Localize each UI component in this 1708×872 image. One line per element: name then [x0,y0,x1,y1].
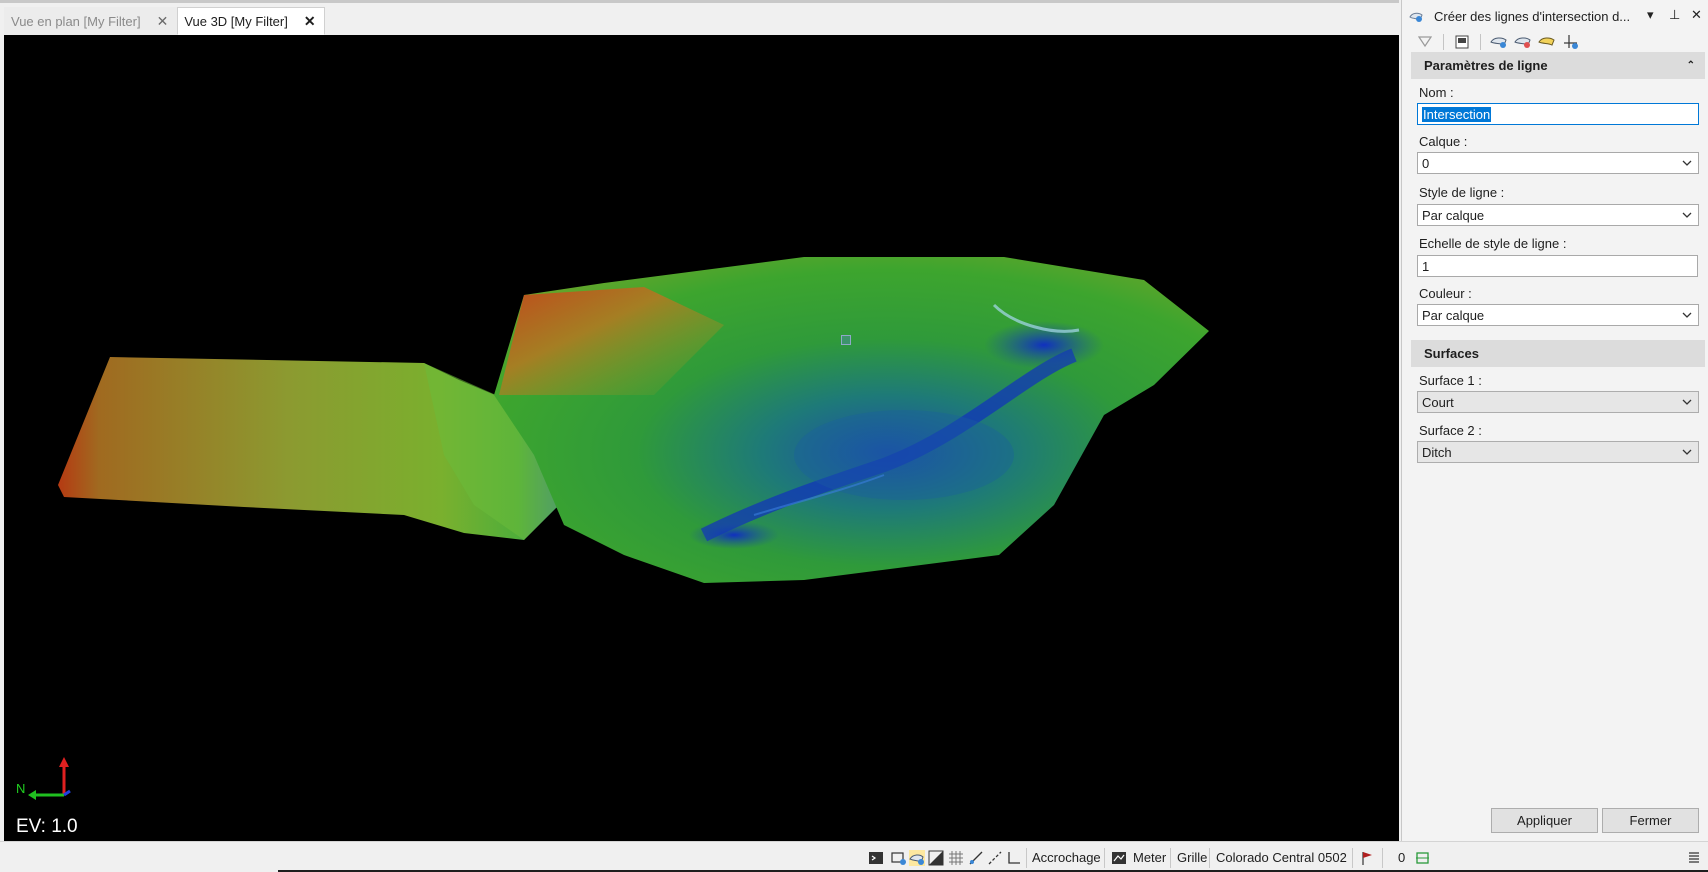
panel-menu-dropdown-icon[interactable]: ▾ [1647,7,1654,23]
chevron-down-icon [1682,449,1692,455]
command-line-icon[interactable] [868,850,884,866]
close-button[interactable]: Fermer [1602,808,1699,833]
status-divider [1352,848,1353,868]
linestyle-select[interactable]: Par calque [1417,204,1699,226]
section-title: Surfaces [1424,346,1479,361]
status-divider [1382,848,1383,868]
toolbar-divider [1443,34,1444,50]
surface1-label: Surface 1 : [1419,373,1482,388]
polar-tracking-icon[interactable] [987,850,1003,866]
status-divider [1170,848,1171,868]
axis-indicator: N [16,757,71,800]
close-icon[interactable]: ✕ [157,14,169,28]
terrain-surface-model [58,257,1209,583]
linescale-input[interactable]: 1 [1417,255,1698,277]
units-icon [1112,852,1126,864]
linestyle-select-value: Par calque [1422,207,1485,223]
message-count[interactable]: 0 [1398,850,1405,865]
layer-select[interactable]: 0 [1417,152,1699,174]
section-header-line-params[interactable]: Paramètres de ligne ⌃ [1411,52,1705,79]
axis-north-label: N [16,781,25,796]
document-area: Vue en plan [My Filter] ✕ Vue 3D [My Fil… [0,0,1399,843]
apply-button[interactable]: Appliquer [1491,808,1598,833]
linescale-label: Echelle de style de ligne : [1419,236,1567,251]
tab-3d-view[interactable]: Vue 3D [My Filter] ✕ [177,7,325,35]
color-label: Couleur : [1419,286,1472,301]
panel-titlebar: Créer des lignes d'intersection d... ▾ ⊥… [1402,3,1708,29]
filter-icon[interactable] [1416,33,1434,51]
chevron-down-icon [1682,312,1692,318]
properties-icon[interactable] [1453,33,1471,51]
chevron-down-icon [1682,212,1692,218]
color-select[interactable]: Par calque [1417,304,1699,326]
pick-point-icon[interactable] [1562,33,1580,51]
surface1-select[interactable]: Court [1417,391,1699,413]
grid-icon[interactable] [948,850,964,866]
tab-plan-view-label: Vue en plan [My Filter] [11,13,141,29]
add-surface-icon[interactable] [1514,33,1532,51]
snap-line-icon[interactable] [968,850,984,866]
section-header-surfaces[interactable]: Surfaces [1411,340,1705,367]
name-input-value: Intersection [1422,106,1492,122]
document-tabbar: Vue en plan [My Filter] ✕ Vue 3D [My Fil… [4,7,325,35]
tab-plan-view[interactable]: Vue en plan [My Filter] ✕ [4,7,178,35]
panel-toolbar [1402,30,1708,54]
surface-snap-icon[interactable] [909,850,925,866]
close-icon[interactable]: ✕ [304,14,316,28]
pin-icon[interactable]: ⊥ [1669,7,1680,23]
tab-3d-view-label: Vue 3D [My Filter] [184,13,288,29]
status-divider [1209,848,1210,868]
layer-select-value: 0 [1422,155,1430,171]
statusbar-menu-icon[interactable] [1686,850,1702,866]
intersection-tool-icon [1409,12,1423,22]
color-select-value: Par calque [1422,307,1485,323]
status-divider [1104,848,1105,868]
linestyle-label: Style de ligne : [1419,185,1505,200]
surface1-select-value: Court [1422,394,1454,410]
toolbar-divider [1480,34,1481,50]
vertical-exaggeration-label: EV: 1.0 [16,816,78,837]
name-input[interactable]: Intersection [1417,103,1699,125]
intersection-lines-panel: Créer des lignes d'intersection d... ▾ ⊥… [1401,0,1708,841]
chevron-down-icon [1682,160,1692,166]
status-bar: Accrochage Meter Grille Colorado Central… [0,841,1708,872]
panel-close-icon[interactable]: ✕ [1691,7,1702,23]
status-divider [1026,848,1027,868]
monitor-icon[interactable] [1415,850,1431,866]
surface-yellow-icon[interactable] [1538,33,1556,51]
name-label: Nom : [1419,85,1454,100]
flag-icon[interactable] [1359,850,1375,866]
units-label[interactable]: Meter [1133,850,1166,865]
linescale-input-value: 1 [1422,258,1430,274]
snap-toggle[interactable]: Accrochage [1032,850,1101,865]
collapse-icon[interactable]: ⌃ [1687,60,1695,71]
shading-icon[interactable] [928,850,944,866]
select-surface-icon[interactable] [1490,33,1508,51]
coordinate-system-label[interactable]: Colorado Central 0502 [1216,850,1347,865]
panel-title: Créer des lignes d'intersection d... [1434,8,1631,24]
chevron-down-icon [1682,399,1692,405]
app-window: Vue en plan [My Filter] ✕ Vue 3D [My Fil… [0,0,1708,872]
section-title: Paramètres de ligne [1424,58,1548,73]
ortho-icon[interactable] [1006,850,1022,866]
grid-toggle[interactable]: Grille [1177,850,1207,865]
surface2-label: Surface 2 : [1419,423,1482,438]
surface2-select[interactable]: Ditch [1417,441,1699,463]
layer-label: Calque : [1419,134,1468,149]
selection-marker[interactable] [841,335,851,345]
select-mode-icon[interactable] [891,850,907,866]
surface2-select-value: Ditch [1422,444,1452,460]
3d-viewport[interactable]: N EV: 1.0 [4,35,1399,843]
